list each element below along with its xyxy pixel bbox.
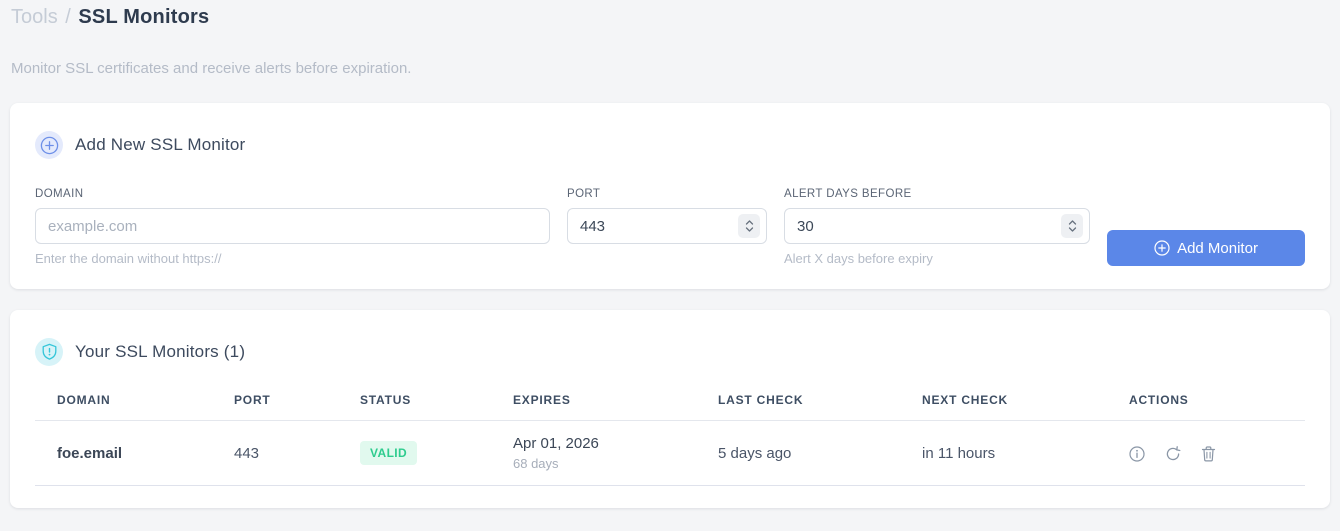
expires-date: Apr 01, 2026 <box>513 435 599 452</box>
next-check-time: in 11 hours <box>900 420 1107 486</box>
info-button[interactable] <box>1129 445 1145 462</box>
delete-button[interactable] <box>1201 445 1216 462</box>
refresh-button[interactable] <box>1165 445 1181 462</box>
domain-input[interactable] <box>35 208 550 244</box>
plus-circle-icon <box>1154 240 1170 256</box>
domain-helper-text: Enter the domain without https:// <box>35 251 222 266</box>
monitors-list-card: Your SSL Monitors (1) DOMAIN PORT STATUS… <box>10 310 1330 508</box>
column-header-domain: DOMAIN <box>35 383 212 421</box>
page-title: SSL Monitors <box>78 6 210 28</box>
monitor-port: 443 <box>212 420 338 486</box>
add-monitor-form: DOMAIN Enter the domain without https://… <box>35 188 1305 266</box>
add-monitor-button[interactable]: Add Monitor <box>1107 230 1305 266</box>
port-label: PORT <box>567 188 601 200</box>
domain-field-group: DOMAIN Enter the domain without https:// <box>35 188 550 266</box>
alert-days-input[interactable] <box>784 208 1090 244</box>
column-header-next-check: NEXT CHECK <box>900 383 1107 421</box>
domain-label: DOMAIN <box>35 188 84 200</box>
page-subtitle: Monitor SSL certificates and receive ale… <box>11 60 412 77</box>
breadcrumb: Tools / SSL Monitors <box>10 6 1330 29</box>
add-monitor-card: Add New SSL Monitor DOMAIN Enter the dom… <box>10 103 1330 289</box>
last-check-time: 5 days ago <box>696 420 900 486</box>
column-header-port: PORT <box>212 383 338 421</box>
monitors-card-header: Your SSL Monitors (1) <box>35 338 1305 366</box>
column-header-status: STATUS <box>338 383 491 421</box>
status-badge: VALID <box>360 441 418 465</box>
column-header-last-check: LAST CHECK <box>696 383 900 421</box>
trash-icon <box>1202 445 1216 462</box>
monitors-table: DOMAIN PORT STATUS EXPIRES LAST CHECK NE… <box>35 383 1305 486</box>
add-monitor-card-header: Add New SSL Monitor <box>35 131 1305 159</box>
monitors-card-title: Your SSL Monitors (1) <box>75 342 246 361</box>
ssl-monitors-page: Tools / SSL Monitors Monitor SSL certifi… <box>0 0 1340 508</box>
breadcrumb-tools-link[interactable]: Tools <box>11 6 58 28</box>
alert-days-label: ALERT DAYS BEFORE <box>784 188 912 200</box>
table-row: foe.email 443 VALID Apr 01, 2026 68 days… <box>35 420 1305 486</box>
table-header-row: DOMAIN PORT STATUS EXPIRES LAST CHECK NE… <box>35 383 1305 421</box>
alert-days-stepper[interactable] <box>1061 214 1083 238</box>
shield-icon <box>35 338 63 366</box>
column-header-actions: ACTIONS <box>1107 383 1305 421</box>
plus-circle-icon <box>35 131 63 159</box>
alert-days-helper-text: Alert X days before expiry <box>784 251 933 266</box>
refresh-icon <box>1166 445 1181 460</box>
alert-days-field-group: ALERT DAYS BEFORE Alert X days before ex… <box>784 188 1090 266</box>
port-field-group: PORT <box>567 188 767 244</box>
add-monitor-button-label: Add Monitor <box>1177 239 1258 257</box>
expires-days-remaining: 68 days <box>513 456 559 471</box>
port-input[interactable] <box>567 208 767 244</box>
breadcrumb-separator: / <box>65 6 71 28</box>
column-header-expires: EXPIRES <box>491 383 696 421</box>
add-monitor-card-title: Add New SSL Monitor <box>75 135 246 154</box>
monitor-domain: foe.email <box>35 420 212 486</box>
info-icon <box>1129 445 1145 462</box>
port-stepper[interactable] <box>738 214 760 238</box>
